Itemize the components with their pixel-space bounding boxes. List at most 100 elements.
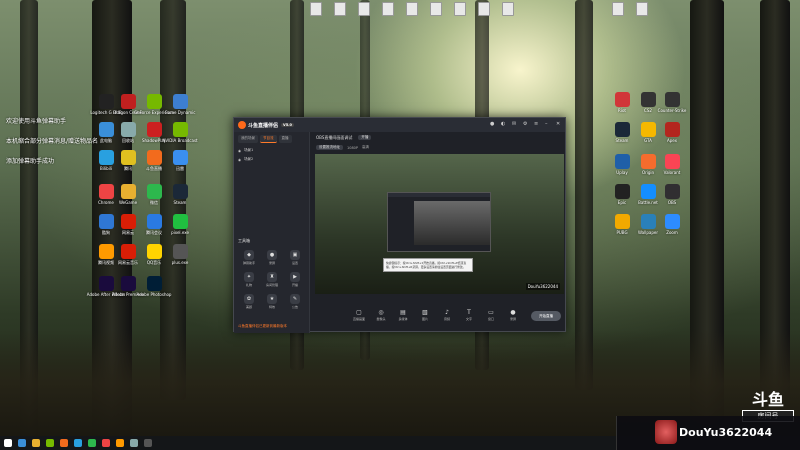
desktop-shortcut[interactable]: 此电脑 [94, 122, 118, 143]
eye-icon[interactable]: ◉ [238, 158, 241, 162]
tool-button[interactable]: ● 录屏 [263, 250, 281, 265]
tool-button[interactable]: ✦ 礼物 [240, 272, 258, 287]
tool-button[interactable]: ✿ 美颜 [240, 294, 258, 309]
settings-icon[interactable]: ⚙ [523, 121, 528, 127]
file-icon[interactable] [454, 2, 466, 16]
file-icon[interactable] [502, 2, 514, 16]
tool-button[interactable]: ★ 特效 [263, 294, 281, 309]
desktop-shortcut[interactable]: Counter-Strike [658, 92, 686, 113]
taskbar-app-icon[interactable] [74, 439, 82, 447]
desktop-shortcut[interactable]: GTA [636, 122, 660, 143]
tool-button[interactable]: ✎ 公告 [286, 294, 304, 309]
push-settings-button[interactable]: 设置推流地址 [316, 145, 343, 150]
taskbar-app-icon[interactable] [88, 439, 96, 447]
go-live-button[interactable]: 开播 [358, 135, 372, 140]
desktop-shortcut[interactable]: Apex [660, 122, 684, 143]
desktop-shortcut[interactable]: 网易云 [116, 214, 140, 235]
desktop-shortcut[interactable]: Steam [610, 122, 634, 143]
file-icon[interactable] [382, 2, 394, 16]
desktop-shortcut[interactable]: Battle.net [636, 184, 660, 205]
tool-button[interactable]: ◆ 弹幕助手 [240, 250, 258, 265]
scene-item[interactable]: ◉ 场景1 [234, 146, 309, 155]
file-icon[interactable] [334, 2, 346, 16]
desktop-shortcut[interactable]: Wallpaper [636, 214, 660, 235]
file-icon[interactable] [478, 2, 490, 16]
geforce-icon [146, 94, 162, 109]
close-icon[interactable]: ✕ [556, 121, 561, 127]
douyu-icon [146, 150, 162, 165]
taskbar-app-icon[interactable] [116, 439, 124, 447]
avatar-icon[interactable]: ● [490, 121, 495, 127]
desktop-shortcut[interactable]: CS2 [636, 92, 660, 113]
file-icon[interactable] [310, 2, 322, 16]
desktop-shortcut[interactable]: WeGame [116, 184, 140, 205]
desktop-shortcut[interactable]: Bilibili [94, 150, 118, 171]
tool-button[interactable]: ♜ 房间管理 [263, 272, 281, 287]
control-button[interactable]: ▭ 窗口 [483, 309, 499, 321]
desktop-shortcut[interactable]: OBS [660, 184, 684, 205]
tab-scenes[interactable]: 我的场景 [238, 135, 258, 143]
control-button[interactable]: ● 录屏 [505, 309, 521, 321]
desktop-shortcut[interactable]: GeForce Experience [134, 94, 174, 115]
taskbar-app-icon[interactable] [18, 439, 26, 447]
desktop-shortcut[interactable]: Valorant [660, 154, 684, 175]
control-button[interactable]: ◎ 摄像头 [373, 309, 389, 321]
tool-button[interactable]: ▶ 开播 [286, 272, 304, 287]
tab-live[interactable]: 直播 [278, 135, 292, 143]
taskbar-app-icon[interactable] [32, 439, 40, 447]
file-icon[interactable] [612, 2, 624, 16]
tool-icon: ▣ [290, 250, 300, 260]
desktop-shortcut[interactable]: 腾讯视频 [94, 244, 118, 265]
desktop-shortcut[interactable]: Zoom [660, 214, 684, 235]
resolution-label: 1080P [347, 145, 359, 150]
file-icon[interactable] [430, 2, 442, 16]
control-button[interactable]: ▤ 多媒体 [395, 309, 411, 321]
skin-icon[interactable]: ◐ [501, 121, 506, 127]
stream-preview[interactable]: 快捷键提示：按Ctrl+Shift+S开始直播，按Ctrl+Shift+E结束直… [315, 154, 564, 294]
menu-icon[interactable]: ≡ [534, 121, 539, 127]
tab-programs[interactable]: 节目流 [260, 135, 277, 143]
tool-button[interactable]: ▣ 设置 [286, 250, 304, 265]
desktop-shortcut[interactable]: PUBG [610, 214, 634, 235]
desktop-shortcut[interactable]: Origin [636, 154, 660, 175]
desktop-shortcut[interactable]: plus.exe [168, 244, 192, 265]
desktop-shortcut[interactable]: pixel.exe [168, 214, 192, 235]
control-button[interactable]: ▢ 直播画面 [351, 309, 367, 321]
taskbar-app-icon[interactable] [102, 439, 110, 447]
desktop-shortcut[interactable]: Chrome [94, 184, 118, 205]
taskbar-app-icon[interactable] [130, 439, 138, 447]
overlay-message: 欢迎使用斗鱼弹幕助手 [6, 118, 67, 125]
file-icon[interactable] [406, 2, 418, 16]
eye-icon[interactable]: ◉ [238, 149, 241, 153]
taskbar-app-icon[interactable] [46, 439, 54, 447]
desktop-shortcut[interactable]: 酷狗 [94, 214, 118, 235]
desktop-shortcut[interactable]: 斗鱼直播 [142, 150, 166, 171]
desktop-shortcut[interactable]: Uplay [610, 154, 634, 175]
desktop-shortcut[interactable]: 腾讯 [116, 150, 140, 171]
desktop-shortcut[interactable]: QQ音乐 [142, 244, 166, 265]
desktop-shortcut[interactable]: 网易云音乐 [116, 244, 140, 265]
desktop-shortcut[interactable]: Steam [168, 184, 192, 205]
file-icon[interactable] [636, 2, 648, 16]
desktop-shortcut[interactable]: 回收站 [116, 122, 140, 143]
control-button[interactable]: ▧ 图片 [417, 309, 433, 321]
desktop-shortcut[interactable]: Riot [610, 92, 634, 113]
tool-icon: ✎ [290, 294, 300, 304]
windows-start-icon[interactable] [4, 439, 12, 447]
desktop-shortcut[interactable]: Game Dynamic [165, 94, 195, 115]
control-button[interactable]: T 文字 [461, 309, 477, 321]
minimize-icon[interactable]: – [545, 121, 550, 127]
taskbar-app-icon[interactable] [144, 439, 152, 447]
control-button[interactable]: ♪ 音频 [439, 309, 455, 321]
desktop-shortcut[interactable]: 微信 [142, 184, 166, 205]
file-icon[interactable] [358, 2, 370, 16]
desktop-shortcut[interactable]: 腾讯会议 [142, 214, 166, 235]
desktop-shortcut[interactable]: 迅雷 [168, 150, 192, 171]
desktop-shortcut[interactable]: Adobe Photoshop [137, 276, 171, 297]
message-icon[interactable]: ✉ [512, 121, 517, 127]
scene-item[interactable]: ◉ 场景2 [234, 155, 309, 164]
desktop-shortcut[interactable]: NVIDIA Broadcast [162, 122, 198, 143]
taskbar-app-icon[interactable] [60, 439, 68, 447]
desktop-shortcut[interactable]: Epic [610, 184, 634, 205]
start-live-button[interactable]: 开始直播 [531, 311, 561, 321]
